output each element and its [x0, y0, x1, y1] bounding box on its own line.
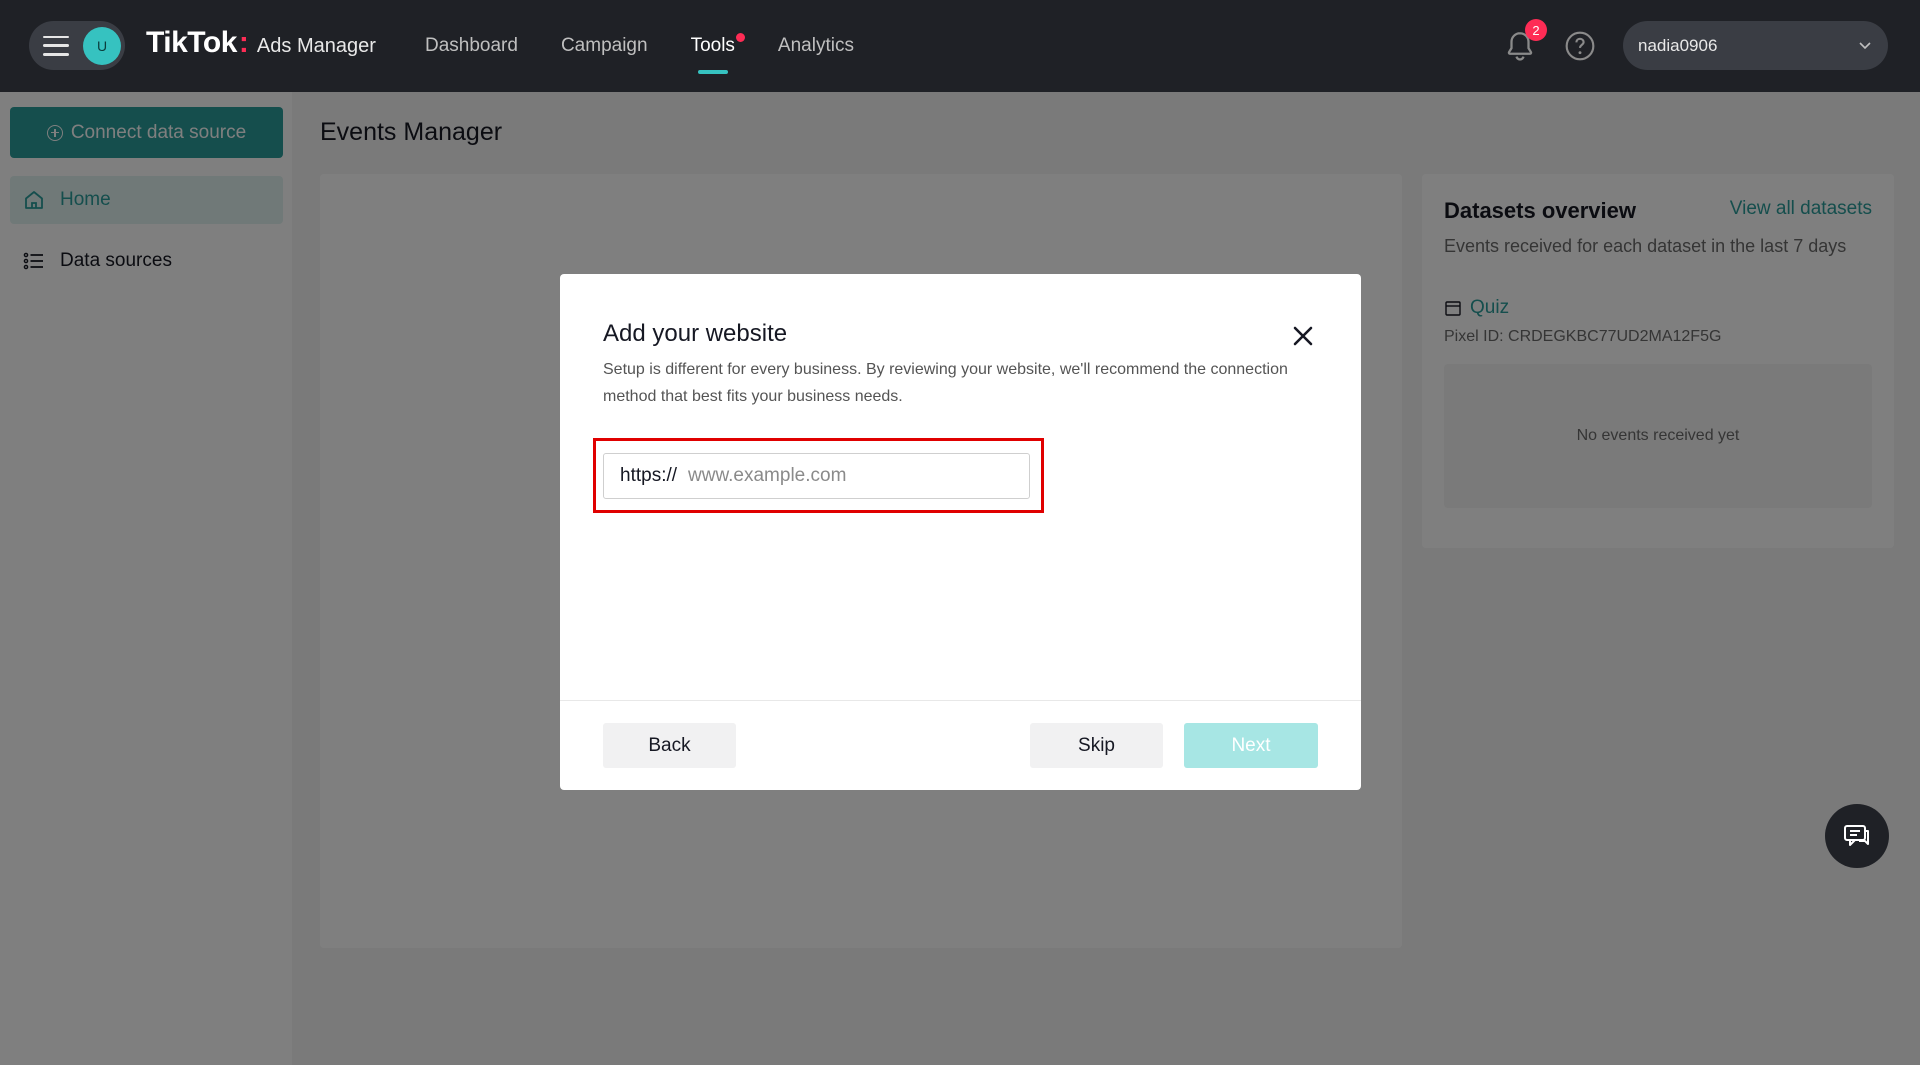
tiktok-ads-manager-logo[interactable]: TikTok : Ads Manager	[146, 26, 376, 60]
menu-pill[interactable]: U	[29, 21, 125, 70]
website-url-input[interactable]: https://	[603, 453, 1030, 499]
top-navigation-bar: U TikTok : Ads Manager Dashboard Campaig…	[0, 0, 1920, 92]
skip-button[interactable]: Skip	[1030, 723, 1163, 768]
avatar[interactable]: U	[83, 26, 121, 65]
help-icon[interactable]	[1564, 30, 1596, 62]
add-website-modal: Add your website Setup is different for …	[560, 274, 1361, 790]
logo-dot: :	[238, 26, 249, 59]
main-nav: Dashboard Campaign Tools Analytics	[425, 0, 854, 92]
next-button[interactable]: Next	[1184, 723, 1318, 768]
chat-support-button[interactable]	[1825, 804, 1889, 868]
nav-tools-label: Tools	[690, 35, 735, 56]
url-prefix: https://	[620, 465, 678, 486]
chevron-down-icon	[1859, 42, 1871, 50]
close-icon[interactable]	[1289, 322, 1317, 350]
url-field[interactable]	[688, 465, 1009, 487]
nav-active-underline	[697, 70, 728, 74]
account-selector[interactable]: nadia0906	[1623, 21, 1888, 70]
modal-title: Add your website	[603, 320, 788, 347]
logo-main-text: TikTok	[146, 26, 237, 59]
hamburger-menu-icon[interactable]	[43, 35, 69, 56]
account-name: nadia0906	[1638, 35, 1718, 55]
modal-footer-divider	[560, 700, 1361, 701]
nav-campaign[interactable]: Campaign	[561, 0, 648, 92]
modal-description: Setup is different for every business. B…	[603, 361, 1288, 405]
nav-tools[interactable]: Tools	[690, 0, 745, 92]
nav-analytics[interactable]: Analytics	[778, 0, 854, 92]
back-button[interactable]: Back	[603, 723, 736, 768]
notification-badge: 2	[1525, 19, 1547, 41]
nav-tools-new-dot	[735, 33, 745, 42]
logo-sub-text: Ads Manager	[256, 35, 376, 57]
nav-dashboard[interactable]: Dashboard	[425, 0, 518, 92]
chat-icon	[1844, 825, 1869, 846]
